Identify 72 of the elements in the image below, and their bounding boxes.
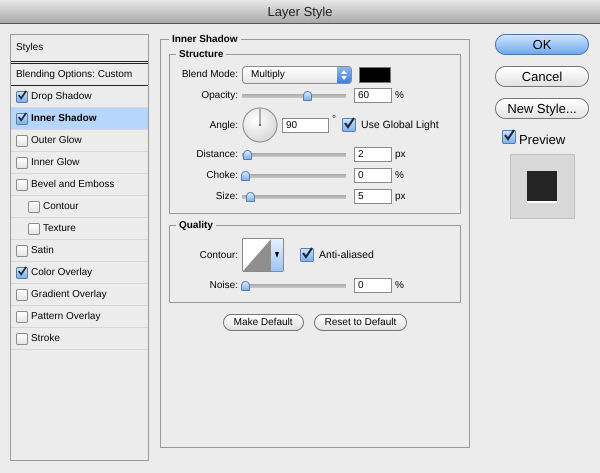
checkbox[interactable] [16, 244, 28, 256]
button[interactable]: New Style... [495, 98, 589, 119]
checkbox[interactable] [502, 130, 516, 144]
value-field[interactable]: 0 [354, 168, 392, 183]
style-list-item[interactable]: Texture [11, 218, 148, 240]
checkbox[interactable] [28, 200, 40, 212]
unit-label: px [395, 149, 406, 160]
button[interactable]: Reset to Default [314, 314, 408, 331]
caret-icon [275, 251, 279, 259]
field-label: Size: [214, 191, 238, 202]
slider-thumb[interactable] [246, 192, 256, 202]
checkbox[interactable] [300, 248, 314, 262]
style-list-item[interactable]: Contour [11, 196, 148, 218]
unit-label: ° [332, 114, 336, 125]
checkbox[interactable] [16, 90, 28, 102]
unit-label: % [395, 170, 404, 181]
checkbox[interactable] [16, 156, 28, 168]
style-list-item[interactable]: Color Overlay [11, 262, 148, 284]
checkbox[interactable] [28, 222, 40, 234]
unit-label: px [395, 191, 406, 202]
preview-thumbnail [510, 154, 574, 219]
contour-picker[interactable] [242, 238, 284, 272]
value-field[interactable]: 60 [354, 88, 392, 103]
blend-mode-select[interactable]: Multiply [242, 66, 352, 84]
color-swatch[interactable] [359, 66, 391, 82]
value-field[interactable]: 90 [282, 118, 329, 132]
field-label: Contour: [198, 250, 238, 260]
value-field[interactable]: 2 [354, 147, 392, 162]
button[interactable]: OK [495, 34, 589, 55]
slider-thumb[interactable] [303, 90, 312, 100]
field-label: Choke: [205, 170, 238, 181]
value-field[interactable]: 0 [354, 278, 392, 293]
slider-thumb[interactable] [241, 170, 250, 180]
button[interactable]: Cancel [495, 66, 589, 87]
style-list-item[interactable]: Pattern Overlay [11, 306, 148, 328]
checkbox[interactable] [342, 118, 356, 132]
unit-label: % [395, 280, 404, 291]
field-label: Distance: [195, 149, 238, 160]
checkbox-label[interactable]: Use Global Light [342, 118, 439, 132]
checkbox-label[interactable]: Anti-aliased [300, 248, 374, 262]
style-list-item[interactable]: Satin [11, 240, 148, 262]
section-title: Inner Shadow [171, 34, 239, 45]
style-list-item[interactable]: Inner Glow [11, 152, 148, 174]
panel-header: Styles [11, 35, 148, 64]
style-list-item[interactable]: Bevel and Emboss [11, 174, 148, 196]
list-item[interactable]: Blending Options: Custom [11, 64, 148, 86]
style-list-item[interactable]: Gradient Overlay [11, 284, 148, 306]
slider-thumb[interactable] [241, 280, 250, 290]
slider-thumb[interactable] [243, 150, 252, 160]
checkbox[interactable] [16, 112, 28, 124]
field-label: Angle: [208, 120, 238, 130]
field-label: Opacity: [200, 90, 238, 101]
angle-dial[interactable] [242, 107, 278, 143]
style-list-item[interactable]: Inner Shadow [11, 108, 148, 130]
checkbox-label[interactable]: Preview [502, 130, 566, 147]
group-title: Structure [178, 49, 224, 60]
button[interactable]: Make Default [222, 314, 304, 331]
checkbox[interactable] [16, 288, 28, 300]
checkbox[interactable] [16, 266, 28, 278]
style-list-item[interactable]: Outer Glow [11, 130, 148, 152]
checkbox[interactable] [16, 178, 28, 190]
checkbox[interactable] [16, 134, 28, 146]
checkbox[interactable] [16, 332, 28, 344]
style-list-item[interactable]: Stroke [11, 328, 148, 350]
window-title: Layer Style [267, 4, 333, 19]
value-field[interactable]: 5 [354, 189, 392, 204]
field-label: Blend Mode: [180, 69, 238, 80]
stepper-arrows-icon [340, 68, 348, 80]
checkbox[interactable] [16, 310, 28, 322]
group-title: Quality [178, 220, 214, 231]
field-label: Noise: [208, 280, 238, 291]
unit-label: % [395, 90, 404, 101]
